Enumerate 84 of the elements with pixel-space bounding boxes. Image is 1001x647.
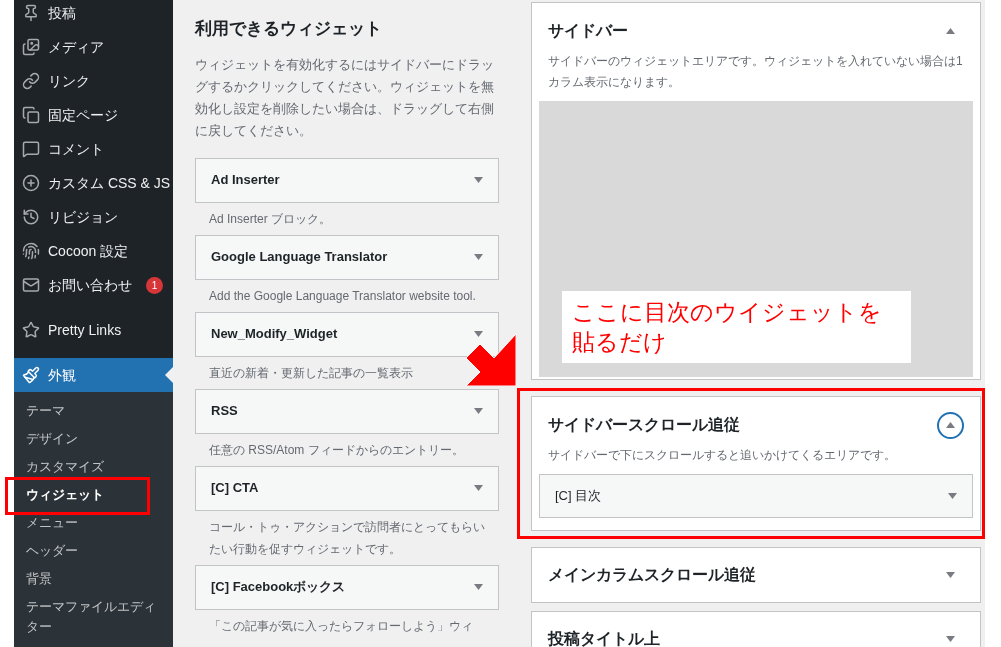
menu-label: 外観 [48,365,76,385]
menu-label: 投稿 [48,3,76,23]
caret-down-icon [474,408,483,414]
widget-area-description: サイドバーのウィジェットエリアです。ウィジェットを入れていない場合は1カラム表示になります。 [547,53,964,91]
menu-item[interactable]: リビジョン [14,200,173,234]
submenu-item[interactable]: ウィジェット [14,481,173,509]
widget-description: 任意の RSS/Atom フィードからのエントリー。 [208,441,465,459]
section-title: 利用できるウィジェット [195,18,383,40]
toggle-button[interactable] [937,411,964,439]
caret-down-icon [474,584,483,590]
submenu-item[interactable]: カスタマイズ [14,453,173,481]
widget-area-description: サイドバーで下にスクロールすると追いかけてくるエリアです。 [547,447,897,464]
widget-description: 直近の新着・更新した記事の一覧表示 [208,364,414,382]
menu-item[interactable]: 投稿 [14,0,173,30]
menu-item[interactable]: Cocoon 設定 [14,234,173,268]
menu-label: 固定ページ [48,105,118,125]
menu-label: お問い合わせ [48,275,132,295]
widget-item[interactable]: Google Language Translator [195,234,499,280]
annotation-callout: ここに目次のウイジェットを貼るだけ [562,291,911,363]
plus-circle-icon [22,174,40,192]
widget-item[interactable]: [C] CTA [195,465,499,511]
star-icon [22,321,40,339]
submenu-item[interactable]: テーマ [14,397,173,425]
link-icon [22,72,40,90]
history-icon [22,208,40,226]
paintbrush-icon [22,366,40,384]
widget-description: Ad Inserter ブロック。 [208,210,333,228]
caret-up-icon [946,422,955,428]
widget-name: [C] CTA [211,479,259,498]
menu-item[interactable]: Pretty Links [14,313,173,347]
menu-label: Cocoon 設定 [48,241,129,261]
widget-area-title[interactable]: 投稿タイトル上 [548,627,660,647]
fingerprint-icon [22,242,40,260]
caret-down-icon [474,177,483,183]
menu-label: カスタム CSS & JS [48,173,171,193]
submenu-item[interactable]: ヘッダー [14,537,173,565]
caret-down-icon [946,636,955,642]
annotation-arrow [466,334,516,386]
widget-name: New_Modify_Widget [211,325,338,344]
menu-item[interactable]: コメント [14,132,173,166]
menu-label: コメント [48,139,104,159]
widget-description: Add the Google Language Translator website tool. [208,287,477,305]
notification-badge: 1 [146,276,163,294]
caret-down-icon [948,493,957,499]
caret-down-icon [946,572,955,578]
menu-item[interactable]: お問い合わせ 1 [14,268,173,302]
widget-item[interactable]: [C] Facebookボックス [195,564,499,610]
submenu-item[interactable]: 背景 [14,565,173,593]
widget-name: [C] Facebookボックス [211,578,346,597]
widget-name: Google Language Translator [211,248,388,267]
widget-item[interactable]: RSS [195,388,499,434]
widget-name: [C] 目次 [555,487,602,506]
pin-icon [22,4,40,22]
submenu-item[interactable]: メニュー [14,509,173,537]
menu-item[interactable]: 固定ページ [14,98,173,132]
menu-label: リビジョン [48,207,118,227]
widget-name: Ad Inserter [211,171,280,190]
caret-up-icon [946,28,955,34]
caret-down-icon [474,331,483,337]
widget-name: RSS [211,402,238,421]
widget-area-title[interactable]: サイドバー [548,19,628,43]
menu-item[interactable]: リンク [14,64,173,98]
widget-description: コール・トゥ・アクションで訪問者にとってもらいたい行動を促すウィジェットです。 [208,518,486,558]
mail-icon [22,276,40,294]
comment-icon [22,140,40,158]
menu-label: Pretty Links [48,320,122,340]
media-icon [22,38,40,56]
menu-item[interactable]: 外観 [14,358,173,392]
widget-area-title[interactable]: サイドバースクロール追従 [548,413,740,437]
menu-item[interactable]: カスタム CSS & JS [14,166,173,200]
widget-area-title[interactable]: メインカラムスクロール追従 [548,563,756,587]
menu-item[interactable]: メディア [14,30,173,64]
widget-description: 「この記事が気に入ったらフォローしよう」ウィ [208,617,474,635]
menu-label: メディア [48,37,104,57]
caret-down-icon [474,485,483,491]
widget-item[interactable]: [C] 目次 [539,474,973,518]
caret-down-icon [474,254,483,260]
submenu-item[interactable]: デザイン [14,425,173,453]
widget-item[interactable]: New_Modify_Widget [195,311,499,357]
submenu-item[interactable]: テーマファイルエディター [14,593,173,641]
menu-label: リンク [48,71,90,91]
widget-item[interactable]: Ad Inserter [195,157,499,203]
pages-icon [22,106,40,124]
section-description: ウィジェットを有効化するにはサイドバーにドラッグするかクリックしてください。ウィジェットを無効化し設定を削除したい場合は、ドラッグして右側に戻してください。 [195,55,495,140]
